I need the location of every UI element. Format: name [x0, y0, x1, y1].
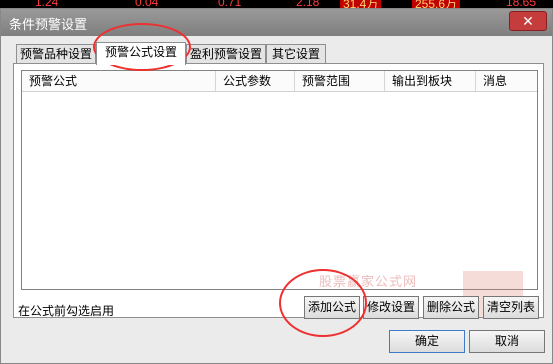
- ok-button[interactable]: 确定: [389, 330, 465, 353]
- list-header: 预警公式 公式参数 预警范围 输出到板块 消息: [22, 71, 537, 92]
- tab-variety-settings[interactable]: 预警品种设置: [16, 44, 96, 64]
- background-ticker: 1.24 0.04 0.71 2.18 31.4万 255.6万 18.65: [0, 0, 553, 8]
- ticker-value: 1.24: [35, 0, 59, 8]
- formula-list[interactable]: 预警公式 公式参数 预警范围 输出到板块 消息: [21, 70, 538, 290]
- column-header[interactable]: 预警范围: [295, 71, 385, 91]
- close-button[interactable]: ✕: [509, 11, 547, 31]
- clear-list-button[interactable]: 清空列表: [483, 296, 539, 319]
- column-header[interactable]: 公式参数: [216, 71, 295, 91]
- ticker-value: 0.71: [218, 0, 242, 8]
- ticker-value: 18.65: [506, 0, 537, 8]
- column-header[interactable]: 输出到板块: [385, 71, 476, 91]
- close-icon: ✕: [522, 13, 534, 29]
- delete-formula-button[interactable]: 删除公式: [423, 296, 479, 319]
- tab-other-settings[interactable]: 其它设置: [266, 44, 326, 64]
- ticker-value: 0.04: [135, 0, 159, 8]
- modify-settings-button[interactable]: 修改设置: [363, 296, 419, 319]
- cancel-button[interactable]: 取消: [469, 330, 545, 353]
- watermark-text: 股票赢家公式网: [319, 274, 418, 289]
- title-bar[interactable]: 条件预警设置 ✕: [1, 9, 552, 36]
- tab-formula-settings[interactable]: 预警公式设置: [96, 42, 186, 65]
- ticker-value: 2.18: [296, 0, 320, 8]
- ticker-value: 31.4万: [340, 0, 382, 8]
- ticker-value: 255.6万: [412, 0, 461, 8]
- tab-profit-settings[interactable]: 盈利预警设置: [186, 44, 266, 64]
- hint-text: 在公式前勾选启用: [18, 304, 115, 318]
- column-header[interactable]: 消息: [476, 71, 537, 91]
- add-formula-button[interactable]: 添加公式: [304, 296, 360, 319]
- dialog-window: 条件预警设置 ✕ 预警品种设置 预警公式设置 盈利预警设置 其它设置 预警公式 …: [0, 8, 553, 364]
- column-header[interactable]: 预警公式: [22, 71, 216, 91]
- window-title: 条件预警设置: [9, 17, 88, 32]
